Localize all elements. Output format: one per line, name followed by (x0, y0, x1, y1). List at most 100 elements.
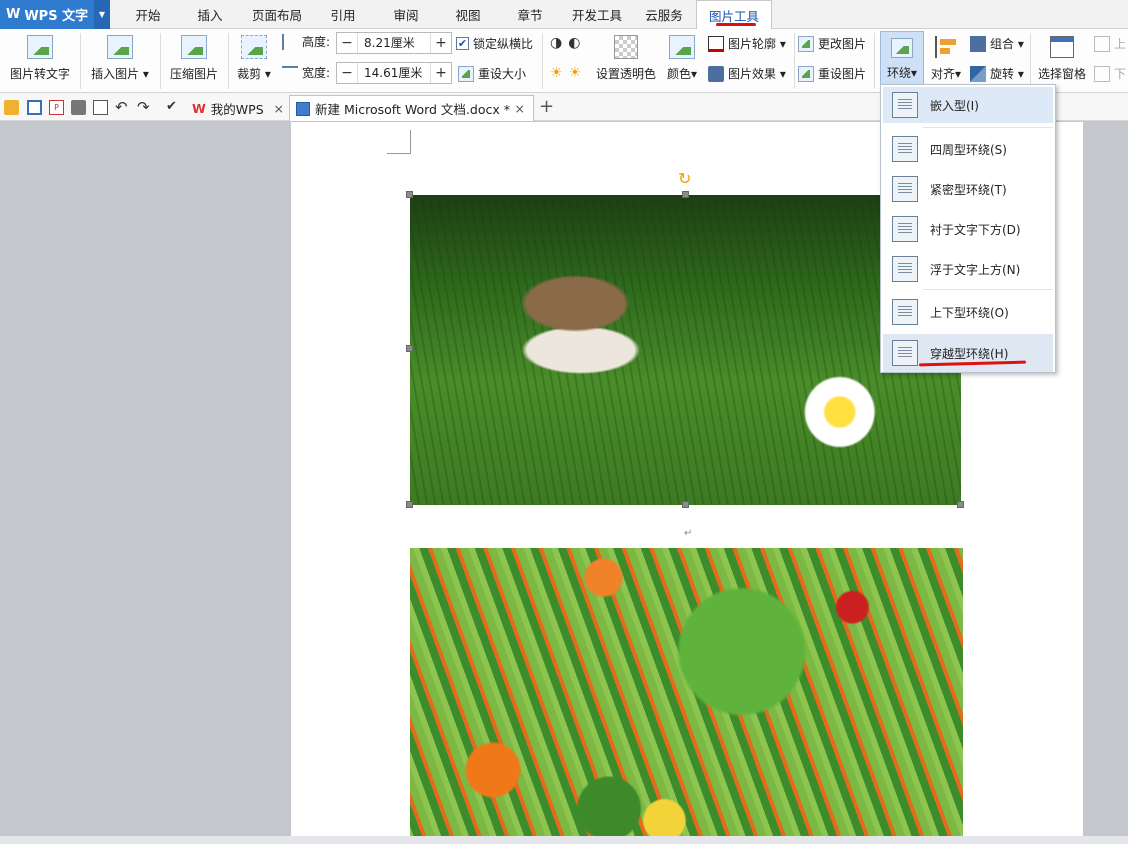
tab-document[interactable]: 新建 Microsoft Word 文档.docx * × (289, 95, 534, 121)
wrap-option-in-front-of-text[interactable]: 浮于文字上方(N) (883, 251, 1053, 287)
close-tab-icon[interactable]: × (274, 101, 284, 116)
wrap-behind-icon (892, 216, 918, 242)
tab-start[interactable]: 开始 (122, 0, 174, 29)
width-icon (282, 65, 298, 80)
wrap-option-square[interactable]: 四周型环绕(S) (883, 131, 1053, 167)
redo-icon[interactable]: ↷ (137, 100, 152, 115)
tab-chapter[interactable]: 章节 (506, 0, 554, 29)
wrap-option-top-bottom[interactable]: 上下型环绕(O) (883, 294, 1053, 330)
picture-outline-button[interactable]: 图片轮廓 ▾ (708, 35, 786, 52)
wrap-inline-icon (892, 92, 918, 118)
tab-developer[interactable]: 开发工具 (566, 0, 628, 29)
wrap-top-bottom-icon (892, 299, 918, 325)
status-bar (0, 836, 1128, 844)
close-tab-icon[interactable]: × (515, 101, 525, 116)
color-button[interactable]: 颜色▾ (664, 29, 700, 91)
resize-handle[interactable] (406, 191, 413, 198)
wrap-option-inline[interactable]: 嵌入型(I) (883, 87, 1053, 123)
reset-picture-button[interactable]: 重设图片 (798, 65, 866, 82)
send-backward-label: 下 (1114, 67, 1127, 81)
wrap-dropdown-menu: 嵌入型(I) 四周型环绕(S) 紧密型环绕(T) 衬于文字下方(D) 浮于文字上… (880, 84, 1056, 373)
wrap-text-icon (891, 38, 913, 58)
menu-bar: W WPS 文字 ▼ 开始 插入 页面布局 引用 审阅 视图 章节 开发工具 云… (0, 0, 1128, 30)
wrap-option-through[interactable]: 穿越型环绕(H) (883, 334, 1053, 372)
reset-picture-icon (798, 65, 814, 82)
resize-icon (458, 65, 474, 82)
lock-ratio-checkbox[interactable]: ✔ 锁定纵横比 (456, 35, 533, 52)
export-pdf-icon[interactable]: P (49, 100, 64, 115)
kitten-image[interactable] (410, 195, 961, 505)
reset-picture-label: 重设图片 (818, 67, 867, 81)
height-spinner[interactable]: − 8.21厘米 + (336, 32, 452, 54)
resize-handle[interactable] (406, 501, 413, 508)
crop-button[interactable]: 裁剪 ▾ (234, 29, 274, 91)
picture-outline-label: 图片轮廓 ▾ (728, 37, 786, 51)
set-transparent-button[interactable]: 设置透明色 (594, 29, 658, 91)
select-pane-button[interactable]: 选择窗格 (1034, 29, 1090, 91)
width-increase-button[interactable]: + (431, 63, 451, 83)
rotate-button[interactable]: 旋转 ▾ (970, 65, 1024, 82)
wrap-tight-icon (892, 176, 918, 202)
app-menu-dropdown-icon[interactable]: ▼ (94, 0, 110, 29)
contrast-buttons[interactable]: ◑ ◐ (550, 35, 580, 51)
change-picture-icon (798, 35, 814, 52)
group-icon (970, 35, 986, 52)
width-decrease-button[interactable]: − (337, 63, 357, 83)
rotate-handle-icon[interactable]: ↻ (678, 169, 691, 188)
picture-effect-button[interactable]: 图片效果 ▾ (708, 65, 786, 82)
brightness-buttons[interactable]: ☀ ☀ (550, 65, 581, 81)
width-value[interactable]: 14.61厘米 (357, 63, 431, 83)
wps-logo-icon: W (6, 7, 21, 22)
insert-picture-label: 插入图片 ▾ (91, 67, 149, 81)
insert-picture-button[interactable]: 插入图片 ▾ (86, 29, 154, 91)
tab-cloud[interactable]: 云服务 (638, 0, 690, 29)
bring-forward-label: 上 (1114, 37, 1127, 51)
height-increase-button[interactable]: + (431, 33, 451, 53)
annotation-underline-tab (716, 23, 756, 26)
resize-handle[interactable] (682, 501, 689, 508)
wrap-button[interactable]: 环绕▾ (880, 31, 924, 89)
resize-handle[interactable] (682, 191, 689, 198)
tab-my-wps[interactable]: W 我的WPS × (186, 95, 288, 121)
wrap-option-behind-text[interactable]: 衬于文字下方(D) (883, 211, 1053, 247)
brightness-decrease-icon[interactable]: ☀ (569, 65, 582, 81)
vegetables-image[interactable] (410, 548, 963, 844)
wrap-option-tight[interactable]: 紧密型环绕(T) (883, 171, 1053, 207)
send-backward-button[interactable]: 下 (1094, 65, 1126, 82)
width-spinner[interactable]: − 14.61厘米 + (336, 62, 452, 84)
margin-corner-mark (387, 130, 411, 154)
change-picture-button[interactable]: 更改图片 (798, 35, 866, 52)
tab-insert[interactable]: 插入 (186, 0, 234, 29)
customize-quickbar-icon[interactable]: ✔ (166, 100, 181, 115)
print-preview-icon[interactable] (93, 100, 108, 115)
contrast-decrease-icon[interactable]: ◐ (568, 35, 580, 51)
wrap-front-icon (892, 256, 918, 282)
undo-icon[interactable]: ↶ (115, 100, 130, 115)
resize-handle[interactable] (406, 345, 413, 352)
new-tab-icon[interactable]: + (539, 96, 554, 117)
height-value[interactable]: 8.21厘米 (357, 33, 431, 53)
tab-review[interactable]: 审阅 (382, 0, 430, 29)
checkbox-checked-icon: ✔ (456, 37, 469, 50)
bring-forward-button[interactable]: 上 (1094, 35, 1126, 52)
tab-page-layout[interactable]: 页面布局 (246, 0, 308, 29)
height-decrease-button[interactable]: − (337, 33, 357, 53)
group-button[interactable]: 组合 ▾ (970, 35, 1024, 52)
save-icon[interactable] (27, 100, 42, 115)
resize-button[interactable]: 重设大小 (458, 65, 526, 82)
contrast-increase-icon[interactable]: ◑ (550, 35, 562, 51)
tab-view[interactable]: 视图 (444, 0, 492, 29)
divider (542, 33, 543, 89)
tab-reference[interactable]: 引用 (320, 0, 366, 29)
print-icon[interactable] (71, 100, 86, 115)
compress-picture-button[interactable]: 压缩图片 (166, 29, 222, 91)
pic-to-text-button[interactable]: 图片转文字 (4, 29, 76, 91)
group-label: 组合 ▾ (990, 37, 1024, 51)
brightness-increase-icon[interactable]: ☀ (550, 65, 563, 81)
app-menu-button[interactable]: W WPS 文字 ▼ (0, 0, 110, 29)
divider (80, 33, 81, 89)
insert-picture-icon (107, 35, 133, 59)
resize-handle[interactable] (957, 501, 964, 508)
open-folder-icon[interactable] (4, 100, 19, 115)
align-button[interactable]: 对齐▾ (926, 29, 966, 91)
